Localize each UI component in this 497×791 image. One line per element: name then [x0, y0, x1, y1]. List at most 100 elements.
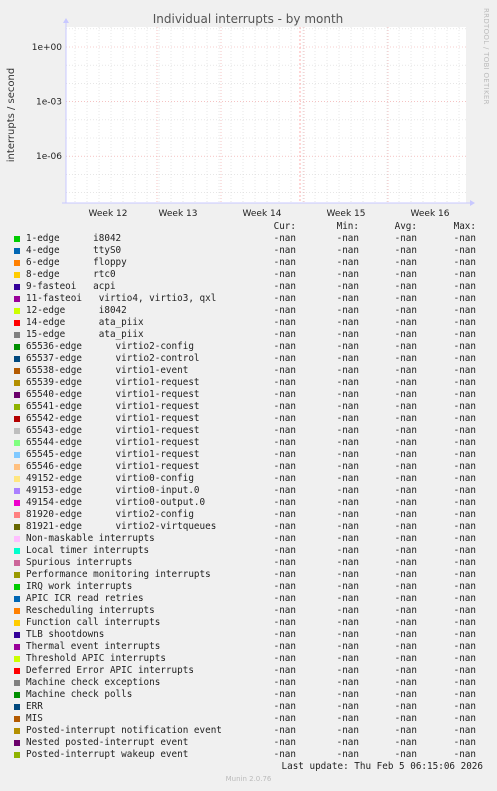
series-name: Performance monitoring interrupts [26, 569, 211, 580]
avg-value: -nan [394, 533, 417, 544]
legend-swatch [14, 644, 20, 650]
legend-swatch [14, 248, 20, 254]
cur-value: -nan [273, 377, 296, 388]
avg-value: -nan [394, 569, 417, 580]
cur-value: -nan [273, 341, 296, 352]
legend-swatch [14, 560, 20, 566]
avg-value: -nan [394, 413, 417, 424]
avg-value: -nan [394, 749, 417, 760]
avg-value: -nan [394, 305, 417, 316]
min-value: -nan [336, 629, 359, 640]
avg-value: -nan [394, 293, 417, 304]
max-value: -nan [453, 317, 476, 328]
cur-value: -nan [273, 725, 296, 736]
avg-value: -nan [394, 437, 417, 448]
legend-swatch [14, 596, 20, 602]
cur-value: -nan [273, 425, 296, 436]
cur-value: -nan [273, 569, 296, 580]
avg-value: -nan [394, 581, 417, 592]
y-tick-label: 1e-06 [36, 152, 62, 162]
min-value: -nan [336, 617, 359, 628]
legend-row: 65536-edge virtio2-config -nan -nan -nan -na… [0, 341, 497, 353]
cur-value: -nan [273, 677, 296, 688]
min-value: -nan [336, 665, 359, 676]
cur-value: -nan [273, 233, 296, 244]
x-tick-label: Week 12 [89, 209, 128, 219]
legend-row: 81920-edge virtio2-config -nan -nan -nan -na… [0, 509, 497, 521]
avg-value: -nan [394, 509, 417, 520]
legend-swatch [14, 608, 20, 614]
max-value: -nan [453, 269, 476, 280]
avg-value: -nan [394, 389, 417, 400]
legend-row: TLB shootdowns -nan -nan -nan -nan [0, 629, 497, 641]
series-name: Rescheduling interrupts [26, 605, 155, 616]
legend-swatch [14, 260, 20, 266]
cur-value: -nan [273, 713, 296, 724]
cur-value: -nan [273, 629, 296, 640]
cur-value: -nan [273, 701, 296, 712]
avg-value: -nan [394, 677, 417, 688]
legend-swatch [14, 620, 20, 626]
min-value: -nan [336, 365, 359, 376]
min-value: -nan [336, 449, 359, 460]
min-value: -nan [336, 401, 359, 412]
header-min: Min: [336, 221, 359, 232]
cur-value: -nan [273, 617, 296, 628]
legend-swatch [14, 500, 20, 506]
y-tick-label: 1e-03 [36, 98, 62, 108]
min-value: -nan [336, 389, 359, 400]
max-value: -nan [453, 353, 476, 364]
max-value: -nan [453, 725, 476, 736]
legend-swatch [14, 548, 20, 554]
legend-row: 81921-edge virtio2-virtqueues -nan -nan -na… [0, 521, 497, 533]
legend-swatch [14, 512, 20, 518]
legend-row: 14-edge ata_piix -nan -nan -nan -nan [0, 317, 497, 329]
series-name: 15-edge ata_piix [26, 329, 144, 340]
legend-swatch [14, 344, 20, 350]
legend-swatch [14, 320, 20, 326]
y-axis-label: interrupts / second [6, 68, 17, 162]
legend-swatch [14, 476, 20, 482]
header-max: Max: [453, 221, 476, 232]
min-value: -nan [336, 737, 359, 748]
legend-row: 15-edge ata_piix -nan -nan -nan -nan [0, 329, 497, 341]
series-name: 65536-edge virtio2-config [26, 341, 194, 352]
max-value: -nan [453, 425, 476, 436]
legend-row: 1-edge i8042 -nan -nan -nan -nan [0, 233, 497, 245]
cur-value: -nan [273, 545, 296, 556]
legend-row: Spurious interrupts -nan -nan -nan -nan [0, 557, 497, 569]
series-name: Spurious interrupts [26, 557, 133, 568]
min-value: -nan [336, 329, 359, 340]
cur-value: -nan [273, 317, 296, 328]
legend-swatch [14, 236, 20, 242]
avg-value: -nan [394, 245, 417, 256]
cur-value: -nan [273, 665, 296, 676]
min-value: -nan [336, 557, 359, 568]
series-name: TLB shootdowns [26, 629, 105, 640]
legend-row: Posted-interrupt wakeup event -nan -nan -na… [0, 749, 497, 761]
legend-swatch [14, 536, 20, 542]
legend-row: 65541-edge virtio1-request -nan -nan -nan -n… [0, 401, 497, 413]
cur-value: -nan [273, 593, 296, 604]
cur-value: -nan [273, 497, 296, 508]
max-value: -nan [453, 701, 476, 712]
cur-value: -nan [273, 269, 296, 280]
avg-value: -nan [394, 461, 417, 472]
avg-value: -nan [394, 377, 417, 388]
series-name: 14-edge ata_piix [26, 317, 144, 328]
cur-value: -nan [273, 473, 296, 484]
legend-row: Posted-interrupt notification event -nan -… [0, 725, 497, 737]
cur-value: -nan [273, 509, 296, 520]
min-value: -nan [336, 593, 359, 604]
legend-row: 49152-edge virtio0-config -nan -nan -nan -na… [0, 473, 497, 485]
legend-swatch [14, 284, 20, 290]
min-value: -nan [336, 713, 359, 724]
max-value: -nan [453, 257, 476, 268]
avg-value: -nan [394, 665, 417, 676]
cur-value: -nan [273, 581, 296, 592]
legend-swatch [14, 404, 20, 410]
series-name: 65539-edge virtio1-request [26, 377, 200, 388]
series-name: 49152-edge virtio0-config [26, 473, 194, 484]
series-name: Machine check polls [26, 689, 133, 700]
avg-value: -nan [394, 317, 417, 328]
